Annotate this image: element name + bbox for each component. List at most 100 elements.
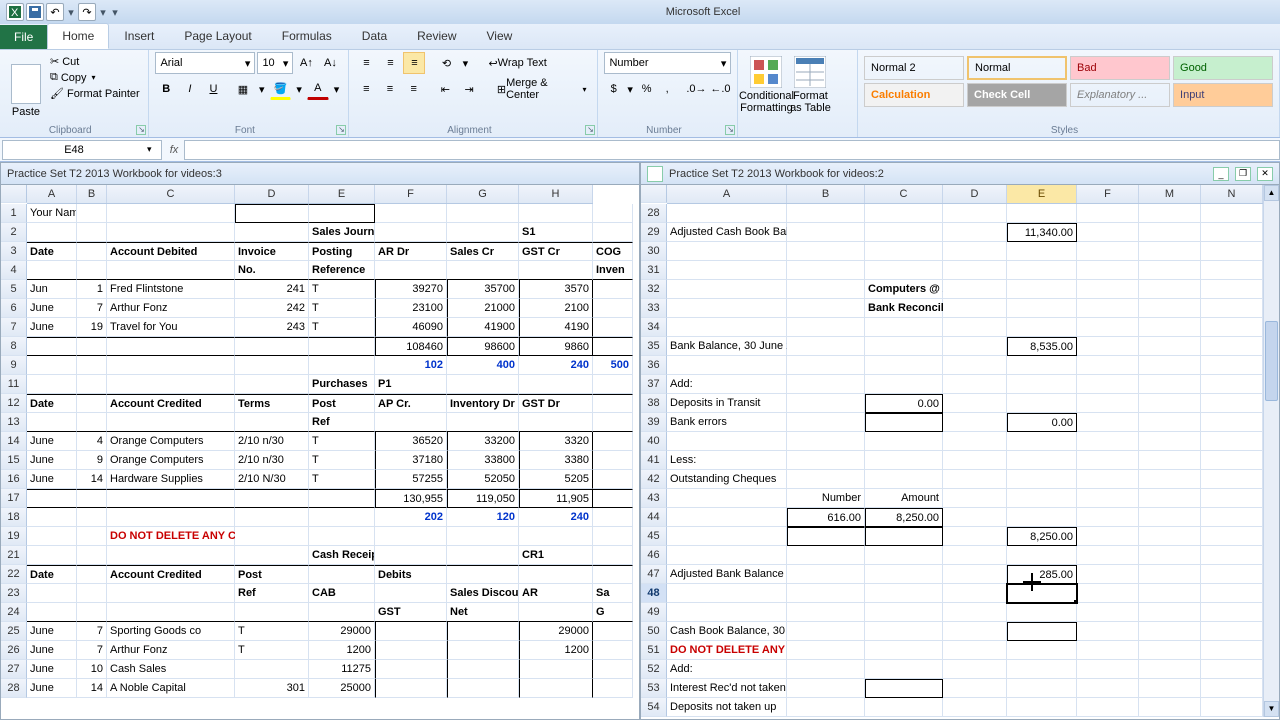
- cell[interactable]: [1077, 641, 1139, 660]
- cell[interactable]: June: [27, 641, 77, 660]
- cell[interactable]: [865, 470, 943, 489]
- font-size-dropdown[interactable]: 10▾: [257, 52, 293, 74]
- cell[interactable]: [1007, 299, 1077, 318]
- cell[interactable]: [77, 204, 107, 223]
- row-header[interactable]: 24: [1, 603, 27, 622]
- cell[interactable]: [1077, 242, 1139, 261]
- row-header[interactable]: 41: [641, 451, 667, 470]
- cell[interactable]: [1077, 603, 1139, 622]
- chevron-down-icon[interactable]: ▾: [625, 78, 635, 100]
- cell[interactable]: [943, 698, 1007, 717]
- cell[interactable]: [447, 527, 519, 546]
- percent-button[interactable]: %: [637, 78, 656, 100]
- cell[interactable]: Deposits not taken up: [667, 698, 787, 717]
- cell[interactable]: [107, 356, 235, 375]
- font-expander-icon[interactable]: ↘: [336, 125, 346, 135]
- cell[interactable]: [1201, 622, 1263, 641]
- cell[interactable]: [1139, 603, 1201, 622]
- cell[interactable]: [1201, 451, 1263, 470]
- cell[interactable]: [107, 337, 235, 356]
- align-bottom-icon[interactable]: ≡: [403, 52, 425, 74]
- cell[interactable]: [943, 641, 1007, 660]
- cell[interactable]: [1139, 527, 1201, 546]
- cell[interactable]: [1201, 641, 1263, 660]
- col-header[interactable]: A: [27, 185, 77, 203]
- redo-dropdown-icon[interactable]: ▾: [98, 3, 108, 21]
- cell[interactable]: G: [593, 603, 633, 622]
- cell[interactable]: [1139, 565, 1201, 584]
- cell[interactable]: [593, 413, 633, 432]
- cell[interactable]: AP Cr.: [375, 394, 447, 413]
- cell[interactable]: June: [27, 470, 77, 489]
- cell[interactable]: [1201, 565, 1263, 584]
- wrap-text-button[interactable]: ↩ Wrap Text: [483, 52, 551, 74]
- cell[interactable]: [943, 679, 1007, 698]
- cell[interactable]: [1201, 299, 1263, 318]
- chevron-down-icon[interactable]: ▾: [293, 78, 305, 100]
- cell[interactable]: Amount: [865, 489, 943, 508]
- cell[interactable]: 285.00: [1007, 565, 1077, 584]
- tab-file[interactable]: File: [0, 25, 47, 49]
- cell[interactable]: [77, 223, 107, 242]
- cell[interactable]: [1201, 584, 1263, 603]
- row-header[interactable]: 40: [641, 432, 667, 451]
- cell[interactable]: [943, 565, 1007, 584]
- cell[interactable]: [593, 622, 633, 641]
- style-normal[interactable]: Normal: [967, 56, 1067, 80]
- cell[interactable]: 616.00: [787, 508, 865, 527]
- style-bad[interactable]: Bad: [1070, 56, 1170, 80]
- cell[interactable]: [447, 261, 519, 280]
- cell[interactable]: [1077, 413, 1139, 432]
- cell[interactable]: [235, 204, 309, 223]
- row-header[interactable]: 2: [1, 223, 27, 242]
- cell[interactable]: [447, 660, 519, 679]
- row-header[interactable]: 51: [641, 641, 667, 660]
- cell[interactable]: 14: [77, 679, 107, 698]
- cell[interactable]: [309, 603, 375, 622]
- cell[interactable]: Date: [27, 394, 77, 413]
- cell[interactable]: Computers @ Armidale: [865, 280, 943, 299]
- cell[interactable]: [107, 489, 235, 508]
- cell[interactable]: 25000: [309, 679, 375, 698]
- cell[interactable]: 2/10 n/30: [235, 451, 309, 470]
- cell[interactable]: [787, 337, 865, 356]
- cell[interactable]: [27, 546, 77, 565]
- cell[interactable]: [1139, 204, 1201, 223]
- cell[interactable]: [1077, 261, 1139, 280]
- row-header[interactable]: 6: [1, 299, 27, 318]
- cell[interactable]: Account Debited: [107, 242, 235, 261]
- cell[interactable]: [1007, 679, 1077, 698]
- cell[interactable]: [1007, 280, 1077, 299]
- cell[interactable]: [235, 356, 309, 375]
- cell[interactable]: Sa: [593, 584, 633, 603]
- cell[interactable]: [1077, 318, 1139, 337]
- cell[interactable]: [447, 546, 519, 565]
- cell[interactable]: [1007, 660, 1077, 679]
- col-header[interactable]: D: [235, 185, 309, 203]
- row-header[interactable]: 8: [1, 337, 27, 356]
- cell[interactable]: 2/10 n/30: [235, 432, 309, 451]
- name-box[interactable]: ▾: [2, 140, 162, 160]
- cell[interactable]: [787, 299, 865, 318]
- cell[interactable]: [787, 318, 865, 337]
- cell[interactable]: [1139, 489, 1201, 508]
- cell[interactable]: Orange Computers: [107, 432, 235, 451]
- cell[interactable]: 119,050: [447, 489, 519, 508]
- cell[interactable]: 9: [77, 451, 107, 470]
- cell[interactable]: [787, 261, 865, 280]
- cell[interactable]: [865, 242, 943, 261]
- cell[interactable]: 14: [77, 470, 107, 489]
- cell[interactable]: [1201, 660, 1263, 679]
- cell[interactable]: [943, 603, 1007, 622]
- formula-input[interactable]: [184, 140, 1280, 160]
- col-header[interactable]: M: [1139, 185, 1201, 203]
- cell[interactable]: 41900: [447, 318, 519, 337]
- cell[interactable]: T: [309, 318, 375, 337]
- cell[interactable]: [865, 451, 943, 470]
- cell[interactable]: [1139, 318, 1201, 337]
- cell[interactable]: [865, 603, 943, 622]
- cell[interactable]: [235, 546, 309, 565]
- cell[interactable]: [107, 261, 235, 280]
- cell[interactable]: [447, 375, 519, 394]
- row-header[interactable]: 15: [1, 451, 27, 470]
